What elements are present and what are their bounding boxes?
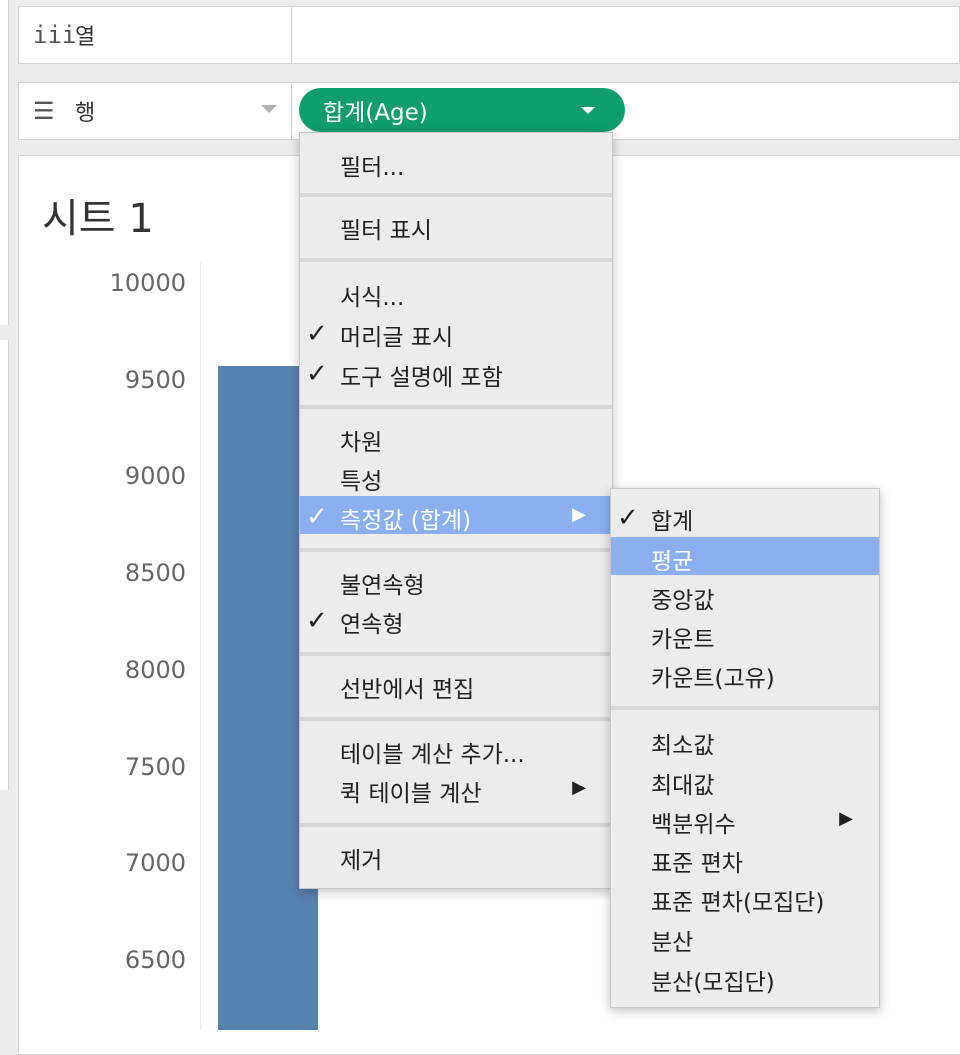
- aggregation-submenu: ✓ 합계평균중앙값카운트카운트(고유) 최소값최대값백분위수 ▶ 표준 편차표준 편차(…: [610, 488, 880, 1008]
- menu-item-label: 불연속형: [340, 573, 425, 599]
- menu-separator: [300, 717, 612, 721]
- sheet-title: 시트 1: [42, 196, 154, 242]
- y-tick-label: 9500: [124, 365, 186, 394]
- submenu-item[interactable]: 최대값: [611, 761, 879, 799]
- y-tick-label: 9000: [124, 462, 186, 491]
- checkmark-icon: ✓: [306, 502, 328, 532]
- submenu-arrow-icon: ▶: [839, 808, 853, 829]
- submenu-item-label: 분산(모집단): [651, 970, 775, 996]
- columns-shelf-label: iii 열: [18, 6, 292, 64]
- menu-item-label: 필터...: [340, 155, 405, 181]
- columns-shelf-drop-area[interactable]: [292, 6, 960, 64]
- menu-item[interactable]: 서식...: [300, 273, 612, 311]
- menu-item[interactable]: 차원: [300, 418, 612, 456]
- menu-item-label: 제거: [340, 848, 383, 874]
- submenu-item[interactable]: 표준 편차: [611, 839, 879, 877]
- y-tick-label: 7500: [124, 752, 186, 781]
- submenu-item-label: 최소값: [651, 733, 715, 759]
- submenu-item[interactable]: 최소값: [611, 721, 879, 759]
- submenu-arrow-icon: ▶: [572, 777, 586, 798]
- pill-context-menu: 필터... 필터 표시서식... ✓ 머리글 표시 ✓ 도구 설명에 포함차원특성 ✓ 측정값…: [299, 132, 613, 889]
- submenu-item-label: 최대값: [651, 773, 715, 799]
- menu-separator: [300, 258, 612, 262]
- y-tick-label: 7000: [124, 849, 186, 878]
- submenu-item[interactable]: 백분위수 ▶: [611, 800, 879, 838]
- menu-separator: [611, 706, 879, 710]
- submenu-item-label: 분산: [651, 930, 694, 956]
- submenu-item[interactable]: 표준 편차(모집단): [611, 878, 879, 916]
- menu-item-label: 측정값 (합계): [340, 508, 472, 534]
- menu-item[interactable]: 테이블 계산 추가...: [300, 730, 612, 768]
- submenu-item[interactable]: 중앙값: [611, 576, 879, 614]
- side-panel-edge-lower: [0, 340, 9, 790]
- menu-item[interactable]: 필터...: [300, 143, 612, 181]
- menu-separator: [300, 823, 612, 827]
- menu-separator: [300, 548, 612, 552]
- menu-item-label: 테이블 계산 추가...: [340, 742, 525, 768]
- menu-item-label: 연속형: [340, 612, 404, 638]
- menu-separator: [300, 652, 612, 656]
- checkmark-icon: ✓: [306, 359, 328, 389]
- menu-item[interactable]: ✓ 연속형: [300, 600, 612, 638]
- menu-item-label: 필터 표시: [340, 218, 432, 244]
- columns-shelf-text: 열: [75, 25, 96, 50]
- menu-item-label: 머리글 표시: [340, 325, 454, 351]
- measure-pill-sum-age[interactable]: 합계(Age): [299, 88, 625, 132]
- menu-separator: [300, 405, 612, 409]
- submenu-item-label: 카운트: [651, 627, 715, 653]
- menu-item-label: 선반에서 편집: [340, 677, 475, 703]
- rows-shelf-label[interactable]: ☰ 행: [18, 82, 292, 140]
- menu-separator: [300, 193, 612, 197]
- menu-item-label: 도구 설명에 포함: [340, 365, 503, 391]
- submenu-item-label: 표준 편차(모집단): [651, 890, 825, 916]
- menu-item-label: 차원: [340, 430, 383, 456]
- checkmark-icon: ✓: [617, 503, 639, 533]
- checkmark-icon: ✓: [306, 606, 328, 636]
- y-axis-line: [200, 262, 201, 1030]
- submenu-item-label: 백분위수: [651, 812, 736, 838]
- menu-item[interactable]: ✓ 머리글 표시: [300, 313, 612, 351]
- submenu-item[interactable]: 분산(모집단): [611, 958, 879, 996]
- y-tick-label: 8000: [124, 655, 186, 684]
- chevron-down-icon[interactable]: [261, 105, 277, 113]
- rows-icon: ☰: [33, 97, 55, 125]
- menu-item[interactable]: 퀵 테이블 계산 ▶: [300, 769, 612, 807]
- side-panel-edge: [0, 0, 9, 325]
- menu-item-label: 서식...: [340, 285, 405, 311]
- submenu-item[interactable]: 카운트: [611, 615, 879, 653]
- menu-item[interactable]: 제거: [300, 836, 612, 874]
- menu-item-label: 특성: [340, 469, 383, 495]
- submenu-item[interactable]: 카운트(고유): [611, 654, 879, 692]
- y-tick-label: 10000: [109, 269, 186, 297]
- submenu-item-label: 평균: [651, 549, 694, 575]
- y-tick-label: 6500: [124, 945, 186, 974]
- menu-item[interactable]: ✓ 도구 설명에 포함: [300, 353, 612, 391]
- submenu-item[interactable]: 분산: [611, 918, 879, 956]
- submenu-item-label: 카운트(고유): [651, 666, 775, 692]
- pill-label: 합계(Age): [323, 100, 428, 126]
- rows-shelf-text: 행: [75, 101, 96, 126]
- submenu-item-label: 표준 편차: [651, 851, 743, 877]
- menu-item[interactable]: 불연속형: [300, 561, 612, 599]
- y-tick-label: 8500: [124, 559, 186, 588]
- submenu-item[interactable]: 평균: [611, 537, 879, 575]
- submenu-arrow-icon: ▶: [572, 504, 586, 525]
- pill-dropdown-icon[interactable]: [581, 107, 595, 114]
- menu-item[interactable]: 필터 표시: [300, 206, 612, 244]
- submenu-item-label: 합계: [651, 509, 694, 535]
- menu-item[interactable]: 선반에서 편집: [300, 665, 612, 703]
- menu-item[interactable]: 특성: [300, 457, 612, 495]
- menu-item[interactable]: ✓ 측정값 (합계) ▶: [300, 496, 612, 534]
- submenu-item-label: 중앙값: [651, 588, 715, 614]
- columns-icon: iii: [33, 21, 77, 49]
- checkmark-icon: ✓: [306, 319, 328, 349]
- menu-item-label: 퀵 테이블 계산: [340, 781, 482, 807]
- submenu-item[interactable]: ✓ 합계: [611, 497, 879, 535]
